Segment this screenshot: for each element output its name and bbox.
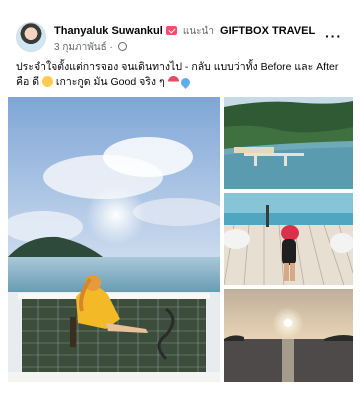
post-date[interactable]: 3 กุมภาพันธ์ [54, 42, 107, 53]
page-name-link[interactable]: GIFTBOX TRAVEL [220, 25, 315, 37]
photo-island-pier[interactable] [224, 97, 353, 189]
post-header: Thanyaluk Suwankul แนะนำ GIFTBOX TRAVEL … [16, 22, 346, 56]
author-name[interactable]: Thanyaluk Suwankul [54, 25, 163, 37]
author-avatar[interactable] [16, 22, 46, 52]
author-line: Thanyaluk Suwankul แนะนำ GIFTBOX TRAVEL [54, 24, 315, 39]
photo-grid [8, 97, 353, 382]
post-text-tail: เกาะกูด มัน Good จริง ๆ [55, 76, 165, 88]
post-meta: 3 กุมภาพันธ์ · [54, 40, 127, 55]
photo-sunset-sea[interactable] [224, 289, 353, 382]
kiss-emoji-icon [42, 76, 53, 87]
post-card: Thanyaluk Suwankul แนะนำ GIFTBOX TRAVEL … [0, 0, 360, 406]
verified-badge-icon [165, 26, 177, 35]
blue-heart-emoji-icon [178, 76, 192, 89]
photo-deck-relax[interactable] [224, 193, 353, 285]
more-options-button[interactable]: ··· [325, 28, 342, 44]
photo-net-deck[interactable] [8, 97, 220, 382]
recommends-label: แนะนำ [182, 26, 214, 37]
umbrella-emoji-icon [167, 76, 179, 87]
post-text: ประจำใจตั้งแต่การจอง จนเดินทางไป - กลับ … [16, 60, 346, 90]
globe-icon [117, 42, 127, 51]
meta-separator: · [109, 42, 113, 53]
